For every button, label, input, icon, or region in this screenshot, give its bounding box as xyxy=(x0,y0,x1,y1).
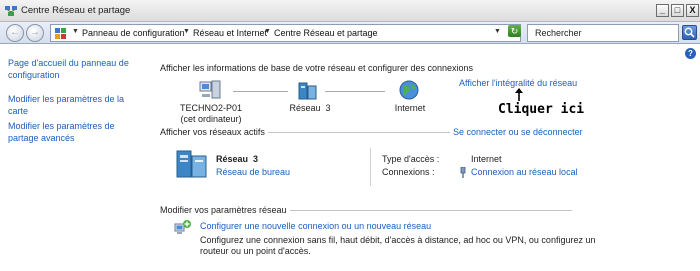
ethernet-icon xyxy=(460,167,466,178)
internet-label: Internet xyxy=(394,103,426,113)
connector-line xyxy=(325,91,385,92)
title-bar: Centre Réseau et partage _ □ X xyxy=(0,0,700,22)
new-connection-link[interactable]: Configurer une nouvelle connexion ou un … xyxy=(200,221,431,231)
search-input[interactable]: Rechercher xyxy=(527,24,679,42)
arrow-up-icon xyxy=(515,88,523,101)
breadcrumb-network-internet[interactable]: Réseau et Internet xyxy=(193,28,267,38)
breadcrumb-control-panel[interactable]: Panneau de configuration xyxy=(82,28,185,38)
forward-button[interactable]: → xyxy=(26,24,44,42)
search-button[interactable] xyxy=(682,25,697,40)
close-button[interactable]: X xyxy=(686,4,699,17)
network-center-icon xyxy=(5,6,17,16)
left-pane: Page d'accueil du panneau de configurati… xyxy=(0,45,145,271)
sidebar-link-home[interactable]: Page d'accueil du panneau de configurati… xyxy=(8,57,140,81)
active-networks-title: Afficher vos réseaux actifs xyxy=(160,127,268,137)
connect-disconnect-link[interactable]: Se connecter ou se déconnecter xyxy=(450,127,583,137)
connections-label: Connexions : xyxy=(382,167,435,177)
address-dropdown-icon[interactable]: ▼ xyxy=(494,28,501,35)
refresh-button[interactable]: ↻ xyxy=(508,25,521,37)
chevron-down-icon[interactable]: ▼ xyxy=(264,28,271,35)
connector-line xyxy=(233,91,288,92)
chevron-down-icon[interactable]: ▼ xyxy=(72,28,79,35)
search-icon xyxy=(684,27,695,38)
sidebar-link-advanced-sharing[interactable]: Modifier les paramètres de partage avanc… xyxy=(8,120,140,144)
computer-subtitle: (cet ordinateur) xyxy=(180,114,242,124)
new-connection-description: Configurez une connexion sans fil, haut … xyxy=(200,235,596,245)
computer-icon xyxy=(199,80,221,99)
control-panel-icon xyxy=(55,28,66,39)
network-icon xyxy=(298,82,317,100)
chevron-down-icon[interactable]: ▼ xyxy=(183,28,190,35)
modify-settings-title: Modifier vos paramètres réseau xyxy=(160,205,290,215)
breadcrumb-network-center[interactable]: Centre Réseau et partage xyxy=(274,28,378,38)
maximize-button[interactable]: □ xyxy=(671,4,684,17)
access-type-label: Type d'accès : xyxy=(382,154,440,164)
network-type-link[interactable]: Réseau de bureau xyxy=(216,167,290,177)
network-name-label: Réseau 3 xyxy=(289,103,331,113)
minimize-button[interactable]: _ xyxy=(656,4,669,17)
vertical-separator xyxy=(370,148,371,186)
window-title: Centre Réseau et partage xyxy=(21,5,131,16)
computer-name: TECHNO2-P01 xyxy=(179,103,242,113)
address-field[interactable]: ▼ Panneau de configuration ▼ Réseau et I… xyxy=(50,24,521,42)
new-connection-icon xyxy=(174,220,191,234)
access-type-value: Internet xyxy=(471,154,502,164)
internet-globe-icon xyxy=(399,80,419,100)
search-placeholder: Rechercher xyxy=(535,28,582,38)
address-toolbar: ← → ▼ Panneau de configuration ▼ Réseau … xyxy=(0,22,700,44)
local-connection-link[interactable]: Connexion au réseau local xyxy=(471,167,578,177)
sidebar-link-adapter-settings[interactable]: Modifier les paramètres de la carte xyxy=(8,93,140,117)
view-full-map-link[interactable]: Afficher l'intégralité du réseau xyxy=(459,78,577,88)
new-connection-description-2: routeur ou un point d'accès. xyxy=(200,246,311,256)
help-icon[interactable]: ? xyxy=(685,48,696,59)
annotation-text: Cliquer ici xyxy=(498,102,585,117)
back-button[interactable]: ← xyxy=(6,24,24,42)
active-network-name: Réseau 3 xyxy=(216,154,259,164)
work-network-icon xyxy=(176,150,207,178)
page-heading: Afficher les informations de base de vot… xyxy=(160,63,474,73)
